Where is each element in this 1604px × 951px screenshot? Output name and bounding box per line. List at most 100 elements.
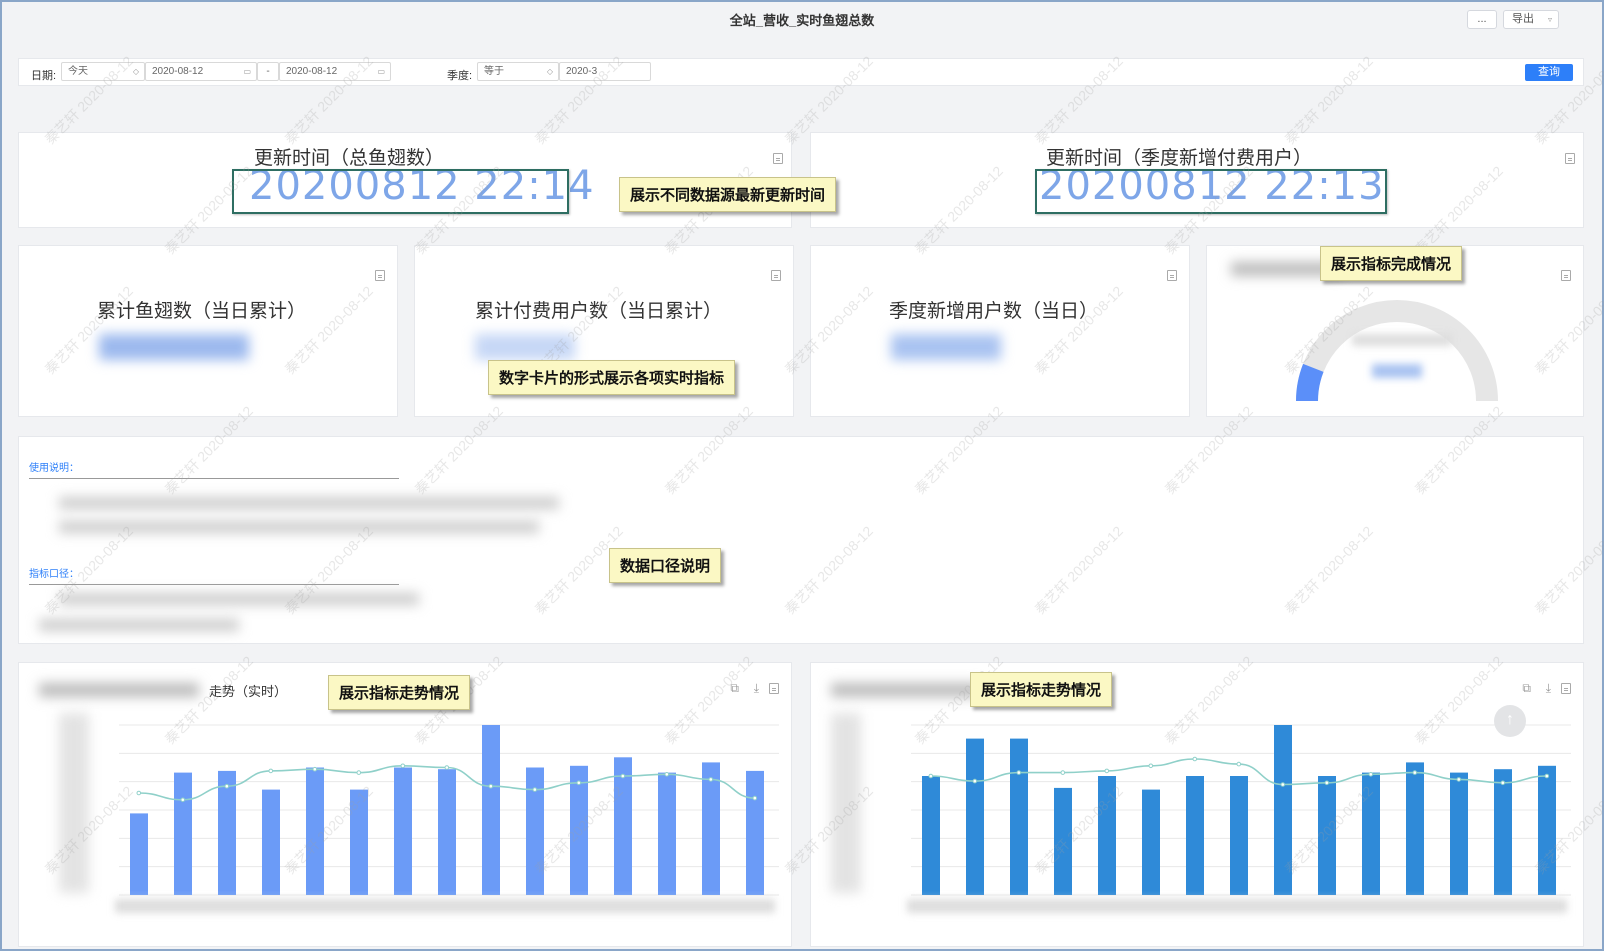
card-menu-icon[interactable] <box>1565 153 1575 164</box>
chart-line-point <box>1236 761 1242 767</box>
metric-definition-label: 指标口径： <box>29 569 79 580</box>
chart-line-point <box>1456 777 1462 782</box>
chart-bar <box>394 767 412 895</box>
chart-title-blurred <box>39 683 199 697</box>
page-title: 全站_营收_实时鱼翅总数 <box>729 13 875 28</box>
gauge-value-blurred <box>1372 364 1422 378</box>
chart-line-point <box>1368 772 1374 777</box>
x-axis-labels-blurred <box>907 899 1567 913</box>
chart-line-point <box>1500 780 1506 786</box>
callout-metric-cards: 数字卡片的形式展示各项实时指标 <box>488 360 736 395</box>
metric-card-title: 季度新增用户数（当日） <box>889 301 1099 322</box>
chart-line-point <box>532 787 538 792</box>
chart-title-suffix: 走势（实时） <box>209 684 288 699</box>
trend-chart-panel-right: ⧉ ⤓ <box>810 662 1584 947</box>
metric-card-title: 累计鱼翅数（当日累计） <box>97 301 307 322</box>
chart-bar <box>702 762 720 895</box>
calendar-icon: ▭ <box>243 67 251 76</box>
card-menu-icon[interactable] <box>1561 683 1571 694</box>
metric-card-quarter-new-users: 季度新增用户数（当日） <box>810 245 1190 417</box>
card-menu-icon[interactable] <box>1561 270 1571 281</box>
card-menu-icon[interactable] <box>773 153 783 164</box>
chevron-down-icon: ▿ <box>1547 15 1552 24</box>
callout-trend-left: 展示指标走势情况 <box>328 675 471 710</box>
gauge-chart <box>1296 300 1498 402</box>
chart-bar <box>1362 772 1380 895</box>
chart-line-point <box>136 790 142 796</box>
filter-bar: 日期: 今天 ◇ 2020-08-12 ▭ - 2020-08-12 ▭ 季度: 等于… <box>18 58 1584 86</box>
highlight-box <box>232 169 569 214</box>
chart-line-point <box>1544 773 1550 779</box>
copy-icon[interactable]: ⧉ <box>730 681 739 696</box>
chart-bar <box>1494 769 1512 895</box>
metric-card-title: 累计付费用户数（当日累计） <box>475 301 723 322</box>
metric-value-blurred <box>99 334 249 360</box>
chart-line-point <box>1280 782 1286 787</box>
chart-line-point <box>1060 770 1066 775</box>
chart-bar <box>350 789 368 895</box>
chart-bar <box>174 772 192 895</box>
export-label: 导出 <box>1512 13 1534 25</box>
chart-bar <box>1142 789 1160 895</box>
query-button[interactable]: 查询 <box>1525 64 1573 81</box>
card-menu-icon[interactable] <box>375 270 385 281</box>
chart-line-point <box>444 765 450 770</box>
chart-title-blurred <box>831 683 981 697</box>
date-preset-select[interactable]: 今天 ◇ <box>61 62 145 81</box>
download-icon[interactable]: ⤓ <box>1546 681 1551 696</box>
date-start-value: 2020-08-12 <box>152 66 204 77</box>
copy-icon[interactable]: ⧉ <box>1522 681 1531 696</box>
chart-bar <box>658 772 676 895</box>
chart-line-point <box>972 778 978 784</box>
chart-bar <box>130 813 148 895</box>
chart-line-point <box>400 763 406 769</box>
chart-bar <box>1186 776 1204 895</box>
metric-text-blurred <box>39 619 239 631</box>
quarter-value: 2020-3 <box>566 66 598 77</box>
date-start-input[interactable]: 2020-08-12 ▭ <box>145 62 257 81</box>
usage-text-blurred <box>59 521 539 533</box>
x-axis-labels-blurred <box>115 899 775 913</box>
date-preset-value: 今天 <box>68 66 88 77</box>
card-menu-icon[interactable] <box>769 683 779 694</box>
callout-completion: 展示指标完成情况 <box>1320 246 1463 281</box>
usage-text-blurred <box>59 497 559 509</box>
metric-card-total-fins: 累计鱼翅数（当日累计） <box>18 245 398 417</box>
chart-bar <box>1098 776 1116 895</box>
quarter-value-input[interactable]: 2020-3 <box>559 62 651 81</box>
export-button[interactable]: 导出 ▿ <box>1503 10 1559 29</box>
chart-bar <box>1450 772 1468 895</box>
trend-chart-left <box>115 724 779 913</box>
gauge-progress-arc <box>1296 363 1324 402</box>
chart-bar <box>922 776 940 895</box>
chart-line-point <box>1324 780 1330 786</box>
callout-trend-right: 展示指标走势情况 <box>970 672 1113 707</box>
download-icon[interactable]: ⤓ <box>754 681 759 696</box>
quarter-operator-select[interactable]: 等于 ◇ <box>477 62 559 81</box>
more-button[interactable]: ... <box>1467 10 1497 29</box>
chart-bar <box>526 767 544 895</box>
date-filter-label: 日期: <box>31 70 57 82</box>
chart-bar <box>746 770 764 895</box>
chart-bar <box>1054 787 1072 895</box>
card-menu-icon[interactable] <box>771 270 781 281</box>
chart-line-point <box>224 783 230 789</box>
chart-bar <box>1538 765 1556 895</box>
chart-bar <box>438 769 456 895</box>
card-menu-icon[interactable] <box>1167 270 1177 281</box>
arrow-up-icon: ↑ <box>1506 711 1514 728</box>
metric-value-blurred <box>891 334 1001 360</box>
chart-line-point <box>1016 770 1022 775</box>
chart-bar <box>262 789 280 895</box>
chart-line-point <box>928 773 934 779</box>
chart-line-point <box>1192 756 1198 762</box>
highlight-box <box>1035 169 1387 214</box>
chart-line-point <box>620 773 626 779</box>
chart-line-point <box>664 772 670 777</box>
chart-line-point <box>312 766 318 772</box>
trend-chart-right <box>907 724 1571 913</box>
back-to-top-button[interactable]: ↑ <box>1494 705 1526 737</box>
chart-bar <box>570 765 588 895</box>
usage-note-label: 使用说明： <box>29 463 79 474</box>
date-end-input[interactable]: 2020-08-12 ▭ <box>279 62 391 81</box>
